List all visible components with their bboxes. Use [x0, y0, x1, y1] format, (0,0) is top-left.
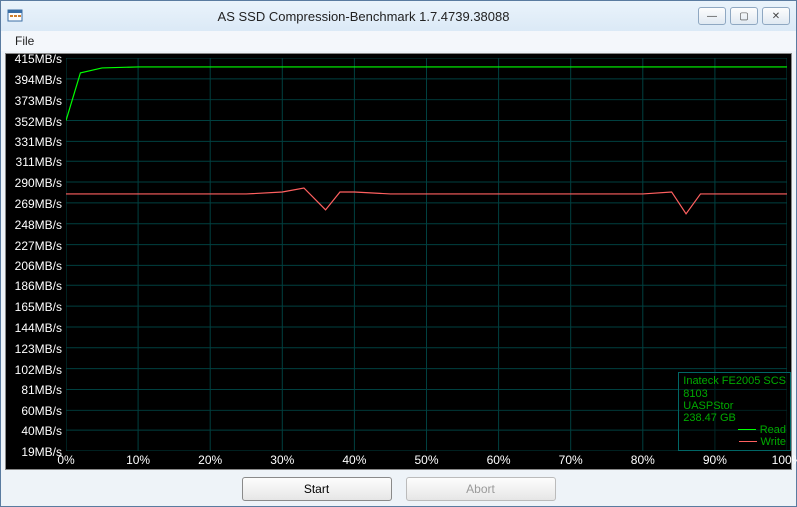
line-icon: [738, 429, 756, 430]
minimize-button[interactable]: —: [698, 7, 726, 25]
x-tick-label: 20%: [198, 453, 222, 467]
y-tick-label: 311MB/s: [16, 155, 62, 169]
y-tick-label: 165MB/s: [15, 300, 62, 314]
x-tick-label: 70%: [559, 453, 583, 467]
y-tick-label: 206MB/s: [15, 259, 62, 273]
y-tick-label: 290MB/s: [15, 176, 62, 190]
y-tick-label: 123MB/s: [15, 342, 62, 356]
y-tick-label: 415MB/s: [15, 52, 62, 66]
y-tick-label: 102MB/s: [15, 363, 62, 377]
y-tick-label: 19MB/s: [21, 445, 62, 459]
button-bar: Start Abort: [1, 472, 796, 506]
y-tick-label: 269MB/s: [15, 197, 62, 211]
legend-read: Read: [683, 424, 786, 436]
maximize-button[interactable]: ▢: [730, 7, 758, 25]
x-tick-label: 100%: [772, 453, 797, 467]
chart-area: 19MB/s 40MB/s 60MB/s 81MB/s 102MB/s 123MB/s 14…: [5, 53, 792, 470]
title-bar: AS SSD Compression-Benchmark 1.7.4739.38…: [1, 1, 796, 31]
legend-box: Inateck FE2005 SCS 8103 UASPStor 238.47 …: [678, 372, 791, 451]
app-window: AS SSD Compression-Benchmark 1.7.4739.38…: [0, 0, 797, 507]
x-tick-label: 60%: [487, 453, 511, 467]
legend-device: Inateck FE2005 SCS: [683, 375, 786, 387]
legend-size: 238.47 GB: [683, 412, 786, 424]
x-tick-label: 40%: [342, 453, 366, 467]
y-tick-label: 40MB/s: [21, 424, 62, 438]
x-tick-label: 90%: [703, 453, 727, 467]
window-controls: — ▢ ✕: [698, 7, 790, 25]
x-tick-label: 30%: [270, 453, 294, 467]
close-button[interactable]: ✕: [762, 7, 790, 25]
y-tick-label: 394MB/s: [15, 73, 62, 87]
window-title: AS SSD Compression-Benchmark 1.7.4739.38…: [29, 9, 698, 24]
menu-bar: File: [1, 31, 796, 51]
y-tick-label: 144MB/s: [15, 321, 62, 335]
legend-write: Write: [683, 436, 786, 448]
legend-model: 8103: [683, 388, 786, 400]
y-axis-labels: 19MB/s40MB/s60MB/s81MB/s102MB/s123MB/s14…: [6, 58, 66, 451]
y-tick-label: 60MB/s: [21, 404, 62, 418]
menu-file[interactable]: File: [9, 33, 40, 49]
y-tick-label: 248MB/s: [15, 218, 62, 232]
x-axis-labels: 0%10%20%30%40%50%60%70%80%90%100%: [66, 451, 787, 469]
x-tick-label: 0%: [57, 453, 74, 467]
y-tick-label: 352MB/s: [15, 115, 62, 129]
legend-driver: UASPStor: [683, 400, 786, 412]
y-tick-label: 331MB/s: [15, 135, 62, 149]
y-tick-label: 186MB/s: [15, 279, 62, 293]
x-tick-label: 10%: [126, 453, 150, 467]
start-button[interactable]: Start: [242, 477, 392, 501]
app-icon: [7, 8, 23, 24]
abort-button[interactable]: Abort: [406, 477, 556, 501]
y-tick-label: 227MB/s: [15, 239, 62, 253]
x-tick-label: 80%: [631, 453, 655, 467]
x-tick-label: 50%: [414, 453, 438, 467]
y-tick-label: 81MB/s: [21, 383, 62, 397]
y-tick-label: 373MB/s: [15, 94, 62, 108]
line-icon: [739, 441, 757, 442]
